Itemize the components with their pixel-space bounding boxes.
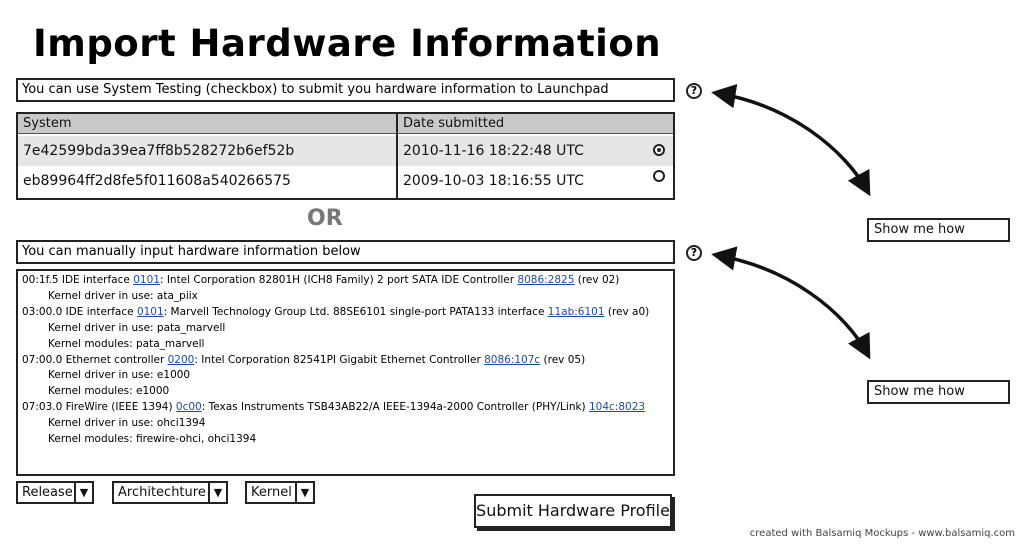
kernel-dropdown[interactable]: Kernel ▼: [245, 481, 315, 504]
device-id-link[interactable]: 11ab:6101: [548, 306, 605, 318]
modules-line: Kernel modules: pata_marvell: [48, 337, 205, 350]
system-id-cell: eb89964ff2d8fe5f011608a540266575: [23, 173, 291, 189]
date-cell: 2009-10-03 18:16:55 UTC: [403, 173, 584, 189]
table-row[interactable]: 7e42599bda39ea7ff8b528272b6ef52b 2010-11…: [18, 136, 673, 166]
release-dropdown[interactable]: Release ▼: [16, 481, 94, 504]
submit-hardware-profile-button[interactable]: Submit Hardware Profile: [474, 494, 672, 528]
device-id-link[interactable]: 8086:107c: [484, 354, 540, 366]
submissions-table: System Date submitted 7e42599bda39ea7ff8…: [16, 112, 675, 200]
column-divider: [396, 114, 398, 198]
device-line: 03:00.0 IDE interface 0101: Marvell Tech…: [22, 305, 650, 318]
driver-line: Kernel driver in use: e1000: [48, 369, 191, 382]
release-dropdown-label: Release: [22, 485, 73, 500]
class-link[interactable]: 0c00: [176, 401, 202, 413]
show-me-how-button[interactable]: Show me how: [867, 380, 1010, 404]
balsamiq-credit: created with Balsamiq Mockups - www.bals…: [749, 528, 1015, 539]
modules-line: Kernel modules: firewire-ohci, ohci1394: [48, 433, 257, 446]
device-id-link[interactable]: 104c:8023: [589, 401, 645, 413]
table-header: System Date submitted: [18, 114, 673, 134]
page-title: Import Hardware Information: [33, 22, 662, 65]
help-icon[interactable]: ?: [686, 83, 702, 99]
class-link[interactable]: 0101: [133, 274, 160, 286]
driver-line: Kernel driver in use: ohci1394: [48, 417, 206, 430]
class-link[interactable]: 0101: [137, 306, 164, 318]
select-radio[interactable]: [653, 144, 665, 156]
modules-line: Kernel modules: e1000: [48, 385, 170, 398]
chevron-down-icon[interactable]: ▼: [208, 483, 226, 502]
column-header-system[interactable]: System: [18, 114, 71, 134]
device-id-link[interactable]: 8086:2825: [517, 274, 574, 286]
device-line: 07:00.0 Ethernet controller 0200: Intel …: [22, 353, 586, 366]
chevron-down-icon[interactable]: ▼: [74, 483, 92, 502]
driver-line: Kernel driver in use: pata_marvell: [48, 321, 226, 334]
table-row[interactable]: eb89964ff2d8fe5f011608a540266575 2009-10…: [18, 166, 673, 196]
column-header-date[interactable]: Date submitted: [398, 114, 504, 134]
help-icon[interactable]: ?: [686, 245, 702, 261]
or-separator: OR: [307, 206, 343, 231]
class-link[interactable]: 0200: [168, 354, 195, 366]
architecture-dropdown[interactable]: Architechture ▼: [112, 481, 228, 504]
select-radio[interactable]: [653, 170, 665, 182]
show-me-how-button[interactable]: Show me how: [867, 218, 1010, 242]
chevron-down-icon[interactable]: ▼: [295, 483, 313, 502]
system-id-cell: 7e42599bda39ea7ff8b528272b6ef52b: [23, 143, 295, 159]
kernel-dropdown-label: Kernel: [251, 485, 292, 500]
driver-line: Kernel driver in use: ata_piix: [48, 289, 198, 302]
architecture-dropdown-label: Architechture: [118, 485, 206, 500]
date-cell: 2010-11-16 18:22:48 UTC: [403, 143, 584, 159]
system-testing-info: You can use System Testing (checkbox) to…: [16, 78, 675, 102]
manual-input-info: You can manually input hardware informat…: [16, 240, 675, 264]
hardware-info-textarea[interactable]: 00:1f.5 IDE interface 0101: Intel Corpor…: [16, 269, 675, 476]
device-line: 07:03.0 FireWire (IEEE 1394) 0c00: Texas…: [22, 401, 646, 414]
device-line: 00:1f.5 IDE interface 0101: Intel Corpor…: [22, 274, 620, 286]
